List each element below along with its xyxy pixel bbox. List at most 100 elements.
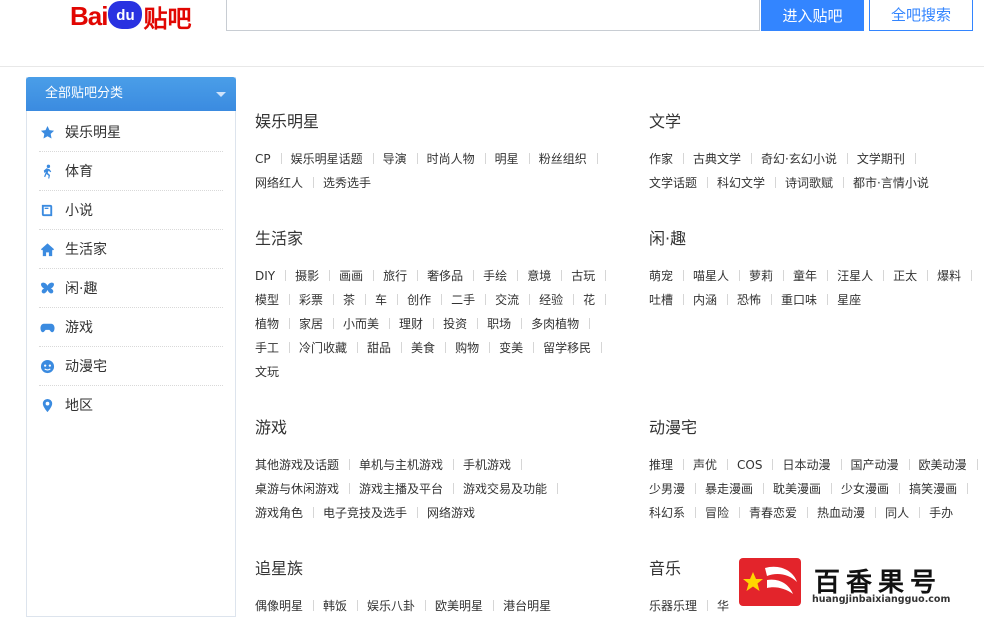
- tag-link[interactable]: 古玩: [571, 264, 615, 288]
- tag-link[interactable]: 少女漫画: [841, 477, 909, 501]
- tag-link[interactable]: 正太: [893, 264, 937, 288]
- tag-link[interactable]: 推理: [649, 453, 693, 477]
- tag-link[interactable]: 青春恋爱: [749, 501, 817, 525]
- tag-link[interactable]: 多肉植物: [531, 312, 599, 336]
- tag-link[interactable]: 少男漫: [649, 477, 705, 501]
- tag-link[interactable]: 创作: [407, 288, 451, 312]
- tag-link[interactable]: 选秀选手: [323, 171, 371, 195]
- tag-link[interactable]: 文学话题: [649, 171, 717, 195]
- tag-link[interactable]: 其他游戏及话题: [255, 453, 359, 477]
- tag-link[interactable]: 美食: [411, 336, 455, 360]
- tag-link[interactable]: 娱乐明星话题: [291, 147, 383, 171]
- tag-link[interactable]: 桌游与休闲游戏: [255, 477, 359, 501]
- tag-link[interactable]: 花: [583, 288, 615, 312]
- tag-link[interactable]: 声优: [693, 453, 737, 477]
- tag-link[interactable]: 文玩: [255, 360, 279, 384]
- tag-link[interactable]: 手工: [255, 336, 299, 360]
- tag-link[interactable]: 萝莉: [749, 264, 793, 288]
- tag-link[interactable]: 都市·言情小说: [853, 171, 929, 195]
- tag-link[interactable]: DIY: [255, 264, 295, 288]
- tag-link[interactable]: 诗词歌赋: [785, 171, 853, 195]
- tag-link[interactable]: 明星: [495, 147, 539, 171]
- tag-link[interactable]: 偶像明星: [255, 594, 323, 618]
- tag-link[interactable]: 彩票: [299, 288, 343, 312]
- tag-link[interactable]: 单机与主机游戏: [359, 453, 463, 477]
- sidebar-item-leisure[interactable]: 闲·趣: [39, 269, 223, 308]
- category-title[interactable]: 游戏: [255, 417, 625, 439]
- baidu-tieba-logo[interactable]: Bai du 贴吧: [70, 0, 191, 33]
- enter-tieba-button[interactable]: 进入贴吧: [761, 0, 864, 31]
- tag-link[interactable]: 粉丝组织: [539, 147, 607, 171]
- tag-link[interactable]: 科幻系: [649, 501, 705, 525]
- tag-link[interactable]: 旅行: [383, 264, 427, 288]
- tag-link[interactable]: 手绘: [483, 264, 527, 288]
- category-title[interactable]: 追星族: [255, 558, 625, 580]
- tag-link[interactable]: 植物: [255, 312, 299, 336]
- category-title[interactable]: 闲·趣: [649, 228, 984, 250]
- tag-link[interactable]: 茶: [343, 288, 375, 312]
- tag-link[interactable]: 模型: [255, 288, 299, 312]
- tag-link[interactable]: 文学期刊: [857, 147, 925, 171]
- tag-link[interactable]: 童年: [793, 264, 837, 288]
- tag-link[interactable]: 乐器乐理: [649, 594, 717, 618]
- tag-link[interactable]: 热血动漫: [817, 501, 885, 525]
- tag-link[interactable]: 冒险: [705, 501, 749, 525]
- tag-link[interactable]: 导演: [383, 147, 427, 171]
- tag-link[interactable]: 意境: [527, 264, 571, 288]
- tag-link[interactable]: 重口味: [781, 288, 837, 312]
- tag-link[interactable]: 奇幻·玄幻小说: [761, 147, 857, 171]
- tag-link[interactable]: 搞笑漫画: [909, 477, 977, 501]
- sidebar-item-life[interactable]: 生活家: [39, 230, 223, 269]
- tag-link[interactable]: 网络游戏: [427, 501, 475, 525]
- tag-link[interactable]: 时尚人物: [427, 147, 495, 171]
- tag-link[interactable]: 吐槽: [649, 288, 693, 312]
- tag-link[interactable]: 内涵: [693, 288, 737, 312]
- tag-link[interactable]: 欧美明星: [435, 594, 503, 618]
- tag-link[interactable]: 冷门收藏: [299, 336, 367, 360]
- tag-link[interactable]: 摄影: [295, 264, 339, 288]
- category-title[interactable]: 生活家: [255, 228, 625, 250]
- tag-link[interactable]: 恐怖: [737, 288, 781, 312]
- category-title[interactable]: 娱乐明星: [255, 111, 625, 133]
- tag-link[interactable]: 华: [717, 594, 729, 618]
- tag-link[interactable]: 小而美: [343, 312, 399, 336]
- tag-link[interactable]: 二手: [451, 288, 495, 312]
- tag-link[interactable]: 韩饭: [323, 594, 367, 618]
- sidebar-item-region[interactable]: 地区: [39, 386, 223, 424]
- tag-link[interactable]: 画画: [339, 264, 383, 288]
- tag-link[interactable]: 游戏角色: [255, 501, 323, 525]
- sidebar-item-games[interactable]: 游戏: [39, 308, 223, 347]
- tag-link[interactable]: 暴走漫画: [705, 477, 773, 501]
- tag-link[interactable]: 投资: [443, 312, 487, 336]
- category-title[interactable]: 动漫宅: [649, 417, 984, 439]
- sidebar-item-novel[interactable]: 小说: [39, 191, 223, 230]
- sidebar-item-entertainment[interactable]: 娱乐明星: [39, 113, 223, 152]
- tag-link[interactable]: 购物: [455, 336, 499, 360]
- tag-link[interactable]: 网络红人: [255, 171, 323, 195]
- tag-link[interactable]: 留学移民: [543, 336, 611, 360]
- tag-link[interactable]: 港台明星: [503, 594, 551, 618]
- tag-link[interactable]: 喵星人: [693, 264, 749, 288]
- tag-link[interactable]: 汪星人: [837, 264, 893, 288]
- tag-link[interactable]: 耽美漫画: [773, 477, 841, 501]
- tag-link[interactable]: 游戏交易及功能: [463, 477, 567, 501]
- category-title[interactable]: 文学: [649, 111, 984, 133]
- tag-link[interactable]: 电子竞技及选手: [323, 501, 427, 525]
- tag-link[interactable]: 作家: [649, 147, 693, 171]
- search-input[interactable]: [226, 0, 760, 31]
- tag-link[interactable]: 萌宠: [649, 264, 693, 288]
- tag-link[interactable]: 手机游戏: [463, 453, 531, 477]
- tag-link[interactable]: 理财: [399, 312, 443, 336]
- tag-link[interactable]: 手办: [929, 501, 953, 525]
- tag-link[interactable]: 星座: [837, 288, 861, 312]
- tag-link[interactable]: 日本动漫: [782, 453, 850, 477]
- tag-link[interactable]: 国产动漫: [851, 453, 919, 477]
- tag-link[interactable]: 变美: [499, 336, 543, 360]
- tag-link[interactable]: 经验: [539, 288, 583, 312]
- all-tieba-search-button[interactable]: 全吧搜索: [869, 0, 973, 31]
- tag-link[interactable]: CP: [255, 147, 291, 171]
- tag-link[interactable]: 游戏主播及平台: [359, 477, 463, 501]
- sidebar-header[interactable]: 全部贴吧分类: [26, 77, 236, 111]
- tag-link[interactable]: 交流: [495, 288, 539, 312]
- sidebar-item-anime[interactable]: 动漫宅: [39, 347, 223, 386]
